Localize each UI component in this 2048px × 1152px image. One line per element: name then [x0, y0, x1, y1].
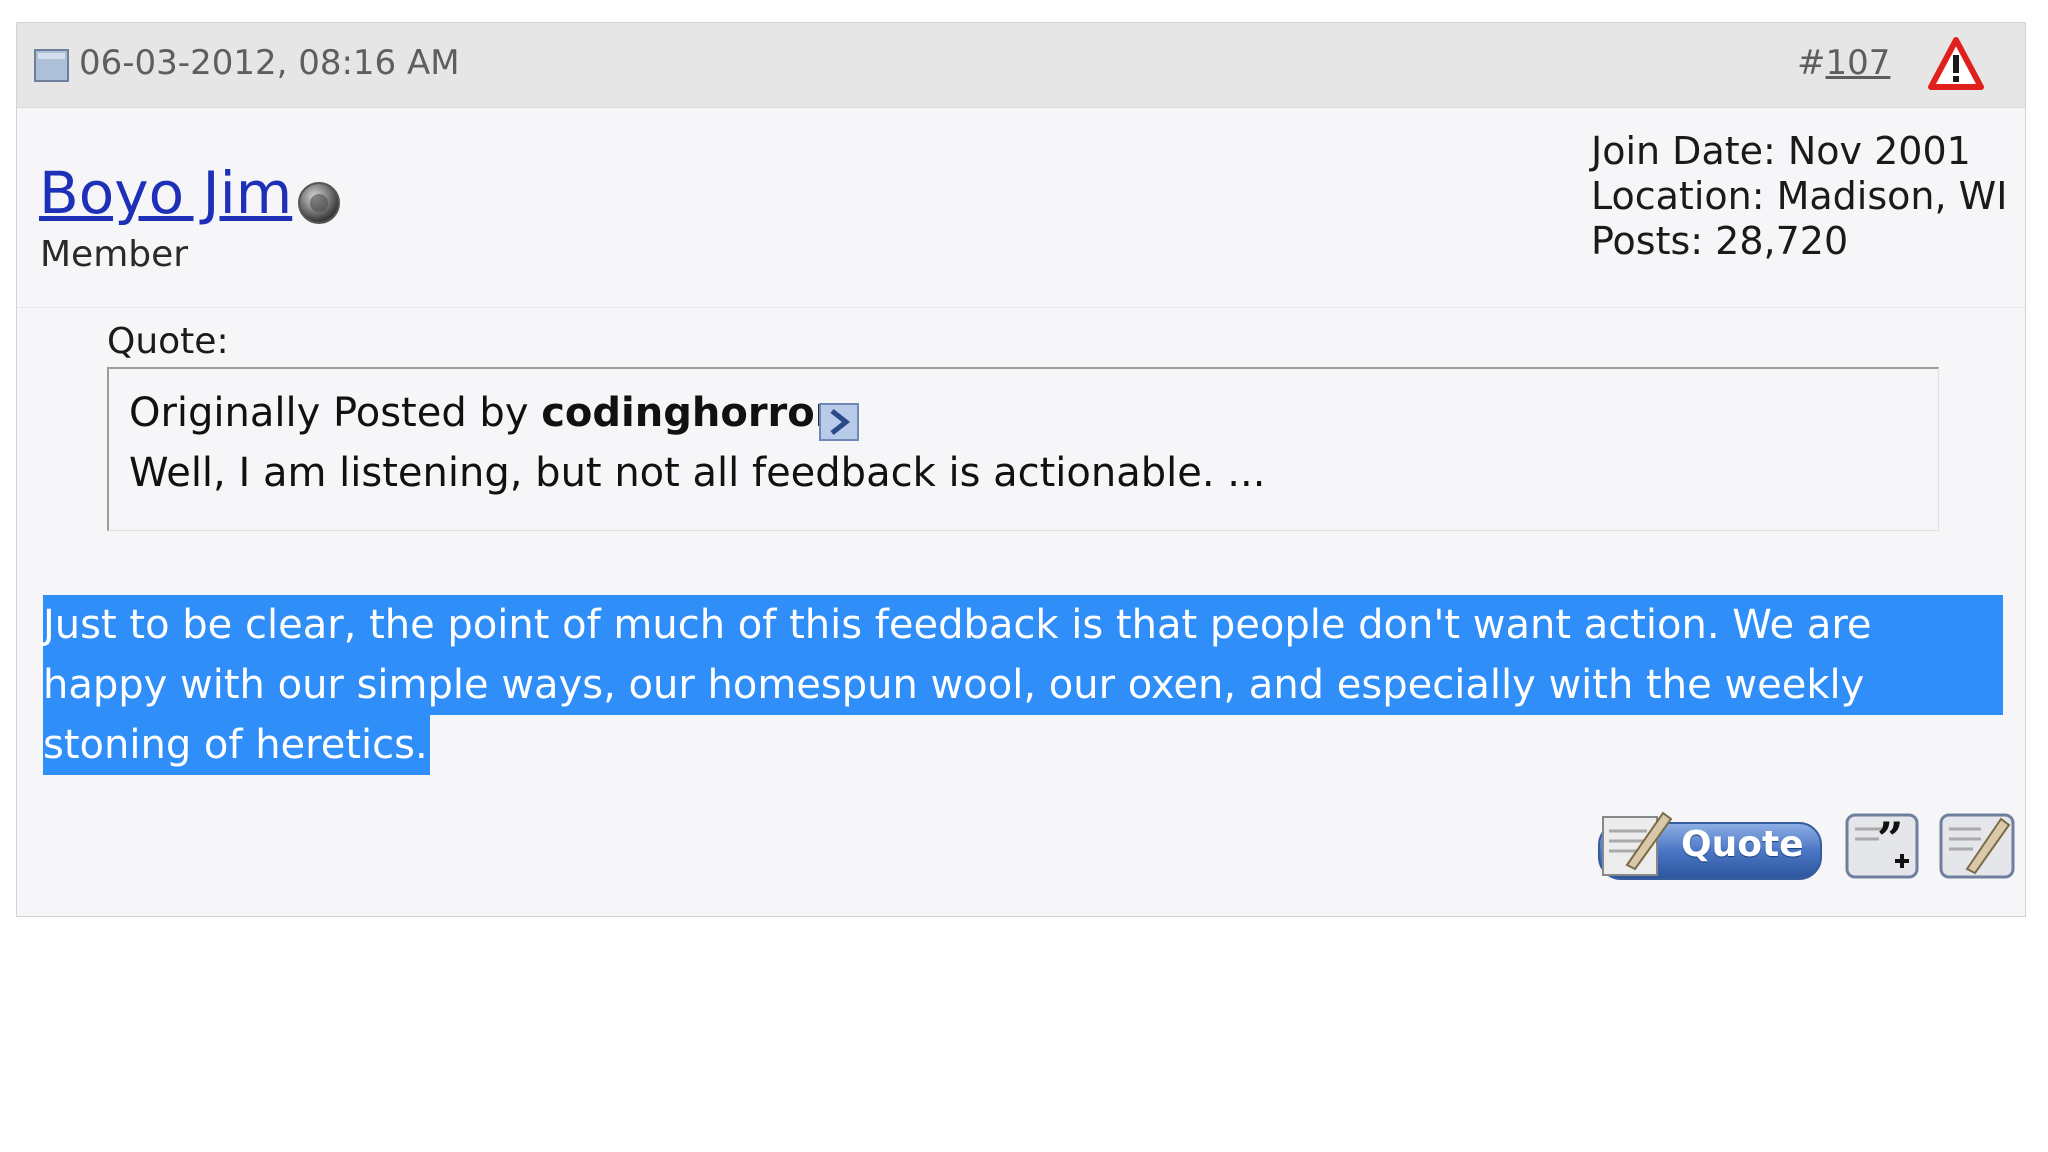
- post-message: Just to be clear, the point of much of t…: [43, 595, 2003, 775]
- quote-text: Well, I am listening, but not all feedba…: [129, 450, 1266, 496]
- location: Location: Madison, WI: [1591, 174, 2008, 218]
- user-rank: Member: [40, 234, 189, 275]
- post-permalink[interactable]: 107: [1826, 43, 1891, 83]
- user-info-row: Boyo Jim Member Join Date: Nov 2001 Loca…: [17, 107, 2025, 308]
- quote-button-label: Quote: [1681, 824, 1804, 865]
- quote-box: Originally Posted by codinghorror Well, …: [107, 367, 1939, 531]
- post-count: Posts: 28,720: [1591, 219, 1849, 263]
- post-number-prefix: #: [1797, 43, 1826, 83]
- quote-label: Quote:: [107, 321, 229, 362]
- message-line: stoning of heretics.: [43, 715, 430, 775]
- username-link[interactable]: Boyo Jim: [39, 159, 292, 227]
- originally-posted-by: Originally Posted by: [129, 390, 529, 436]
- report-warning-icon[interactable]: [1927, 35, 1985, 93]
- post-number: #107: [1797, 39, 1890, 87]
- post-action-buttons: Quote ”: [1597, 809, 2017, 885]
- post-date: 06-03-2012, 08:16 AM: [79, 43, 460, 83]
- quote-author: codinghorror: [541, 390, 835, 436]
- reply-icon[interactable]: [1937, 809, 2017, 881]
- quote-attribution: Originally Posted by codinghorror: [129, 387, 834, 439]
- offline-status-icon: [298, 182, 340, 224]
- post-header: 06-03-2012, 08:16 AM #107: [17, 23, 2025, 108]
- svg-text:”: ”: [1877, 812, 1903, 866]
- post-icon: [34, 49, 69, 82]
- forum-post: 06-03-2012, 08:16 AM #107 Boyo Jim Membe…: [16, 22, 2026, 917]
- view-post-arrow-icon[interactable]: [819, 403, 859, 441]
- multiquote-icon[interactable]: ”: [1843, 809, 1921, 881]
- message-line: happy with our simple ways, our homespun…: [43, 655, 2003, 715]
- message-line: Just to be clear, the point of much of t…: [43, 595, 2003, 655]
- quote-button[interactable]: Quote: [1597, 809, 1823, 881]
- user-stats: Join Date: Nov 2001 Location: Madison, W…: [1591, 129, 2007, 264]
- join-date: Join Date: Nov 2001: [1591, 129, 1971, 173]
